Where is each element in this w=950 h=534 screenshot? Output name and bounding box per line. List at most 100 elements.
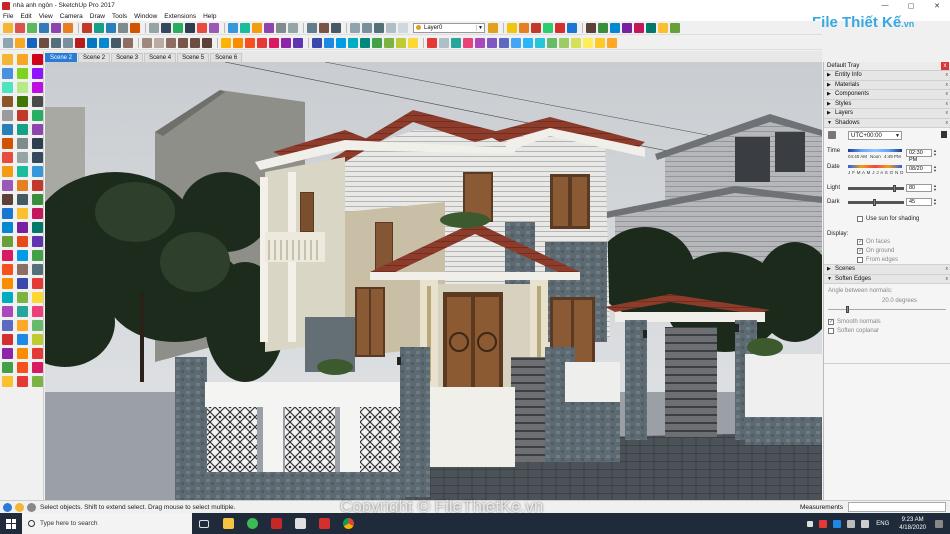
union-icon[interactable] bbox=[257, 37, 267, 48]
tape-side-icon[interactable] bbox=[17, 138, 28, 149]
time-spinner-icon[interactable]: ▲ ▼ bbox=[933, 149, 938, 157]
stamp-icon[interactable] bbox=[610, 22, 620, 33]
axes-tool-icon[interactable] bbox=[197, 22, 207, 33]
tray-close-icon[interactable]: x bbox=[941, 62, 949, 70]
flip-edge-icon[interactable] bbox=[634, 22, 644, 33]
iso-view-icon[interactable] bbox=[142, 37, 152, 48]
plugin-ad-icon[interactable] bbox=[2, 348, 13, 359]
eraser-tool-icon[interactable] bbox=[15, 22, 25, 33]
tray-section-styles[interactable]: ▶ Styles x bbox=[824, 99, 950, 109]
plugin-l-icon[interactable] bbox=[2, 264, 13, 275]
volume-icon[interactable] bbox=[861, 519, 870, 528]
menu-tools[interactable]: Tools bbox=[112, 13, 127, 20]
sphere-light-icon[interactable] bbox=[475, 37, 485, 48]
match-photo-icon[interactable] bbox=[531, 22, 541, 33]
plugin-g-icon[interactable] bbox=[17, 236, 28, 247]
select-icon[interactable] bbox=[2, 54, 13, 65]
plugin-aj-icon[interactable] bbox=[2, 376, 13, 387]
material-editor-icon[interactable] bbox=[607, 37, 617, 48]
orbit-side-icon[interactable] bbox=[17, 166, 28, 177]
close-section-icon[interactable]: x bbox=[946, 91, 949, 97]
tab-scene-6[interactable]: Scene 6 bbox=[210, 53, 243, 62]
trim-icon[interactable] bbox=[281, 37, 291, 48]
details-toggle-icon[interactable] bbox=[941, 131, 947, 138]
plugin-u-icon[interactable] bbox=[2, 306, 13, 317]
tab-scene-5[interactable]: Scene 5 bbox=[177, 53, 210, 62]
sandbox-icon[interactable] bbox=[586, 22, 596, 33]
taskbar-app[interactable] bbox=[288, 513, 312, 534]
close-section-icon[interactable]: x bbox=[946, 276, 949, 282]
warehouse-icon[interactable] bbox=[658, 22, 668, 33]
measurements-input[interactable] bbox=[848, 502, 946, 512]
dark-spinner-icon[interactable]: ▲ ▼ bbox=[933, 198, 938, 206]
scale-side-icon[interactable] bbox=[2, 138, 13, 149]
line-tool-icon[interactable] bbox=[39, 22, 49, 33]
rotate-side-icon[interactable] bbox=[32, 124, 43, 135]
geo-location-icon[interactable] bbox=[3, 502, 12, 512]
arc-tool-icon[interactable] bbox=[51, 22, 61, 33]
look-around-side-icon[interactable] bbox=[17, 194, 28, 205]
people-icon[interactable] bbox=[807, 520, 814, 527]
orbit-icon[interactable] bbox=[228, 22, 238, 33]
taskbar-chrome-alt[interactable] bbox=[240, 513, 264, 534]
plugin-v-icon[interactable] bbox=[17, 306, 28, 317]
left-view-icon[interactable] bbox=[202, 37, 212, 48]
close-section-icon[interactable]: x bbox=[946, 266, 949, 272]
pan-side-icon[interactable] bbox=[32, 166, 43, 177]
angle-slider-thumb[interactable] bbox=[846, 306, 849, 313]
on-faces-checkbox[interactable] bbox=[857, 238, 863, 245]
dark-input[interactable]: 45 bbox=[906, 198, 932, 206]
close-section-icon[interactable]: x bbox=[946, 82, 949, 88]
close-section-icon[interactable]: x bbox=[946, 72, 949, 78]
shaded-icon[interactable] bbox=[398, 22, 408, 33]
move-tool-icon[interactable] bbox=[94, 22, 104, 33]
front-view-icon[interactable] bbox=[166, 37, 176, 48]
tray-section-components[interactable]: ▶ Components x bbox=[824, 90, 950, 100]
close-section-icon[interactable]: x bbox=[946, 120, 949, 126]
follow-me-tool-icon[interactable] bbox=[32, 110, 43, 121]
fur-icon[interactable] bbox=[559, 37, 569, 48]
scale-tool-icon[interactable] bbox=[118, 22, 128, 33]
menu-window[interactable]: Window bbox=[134, 13, 157, 20]
plugin-w-icon[interactable] bbox=[32, 306, 43, 317]
close-button[interactable]: ✕ bbox=[924, 0, 950, 11]
drape-icon[interactable] bbox=[622, 22, 632, 33]
plugin-x-icon[interactable] bbox=[2, 320, 13, 331]
tray-section-soften-edges[interactable]: ▼ Soften Edges x bbox=[824, 274, 950, 284]
polygon-icon[interactable] bbox=[32, 82, 43, 93]
extension-warehouse-icon[interactable] bbox=[670, 22, 680, 33]
back-edges-icon[interactable] bbox=[362, 22, 372, 33]
soften-coplanar-checkbox[interactable] bbox=[828, 328, 834, 334]
paint-side-icon[interactable] bbox=[2, 166, 13, 177]
frame-buffer-icon[interactable] bbox=[451, 37, 461, 48]
outer-shell-icon[interactable] bbox=[233, 37, 243, 48]
arc-icon[interactable] bbox=[2, 96, 13, 107]
plugin-f-icon[interactable] bbox=[2, 236, 13, 247]
minimize-button[interactable]: — bbox=[872, 0, 898, 11]
taskbar-sketchup[interactable] bbox=[264, 513, 288, 534]
model-info-icon[interactable] bbox=[123, 37, 133, 48]
infinite-plane-icon[interactable] bbox=[535, 37, 545, 48]
date-slider[interactable] bbox=[848, 165, 902, 168]
plugin-ae-icon[interactable] bbox=[17, 348, 28, 359]
close-section-icon[interactable]: x bbox=[946, 110, 949, 116]
dark-slider-thumb[interactable] bbox=[873, 199, 876, 206]
xray-icon[interactable] bbox=[350, 22, 360, 33]
eraser-icon[interactable] bbox=[32, 54, 43, 65]
section-plane-side-icon[interactable] bbox=[2, 208, 13, 219]
tab-scene-3[interactable]: Scene 3 bbox=[111, 53, 144, 62]
line-icon[interactable] bbox=[2, 68, 13, 79]
dimension-icon[interactable] bbox=[161, 22, 171, 33]
subtract-icon[interactable] bbox=[269, 37, 279, 48]
on-ground-checkbox[interactable] bbox=[857, 247, 863, 254]
smoove-icon[interactable] bbox=[598, 22, 608, 33]
zoom-extents-icon[interactable] bbox=[264, 22, 274, 33]
shadows-toggle-icon[interactable] bbox=[507, 22, 517, 33]
from-edges-checkbox[interactable] bbox=[857, 257, 863, 263]
date-input[interactable]: 08/20 bbox=[906, 165, 932, 173]
materials-icon[interactable] bbox=[372, 37, 382, 48]
light-slider-thumb[interactable] bbox=[893, 185, 896, 192]
outliner-icon[interactable] bbox=[360, 37, 370, 48]
task-view-button[interactable] bbox=[192, 513, 216, 534]
plugin-h-icon[interactable] bbox=[32, 236, 43, 247]
